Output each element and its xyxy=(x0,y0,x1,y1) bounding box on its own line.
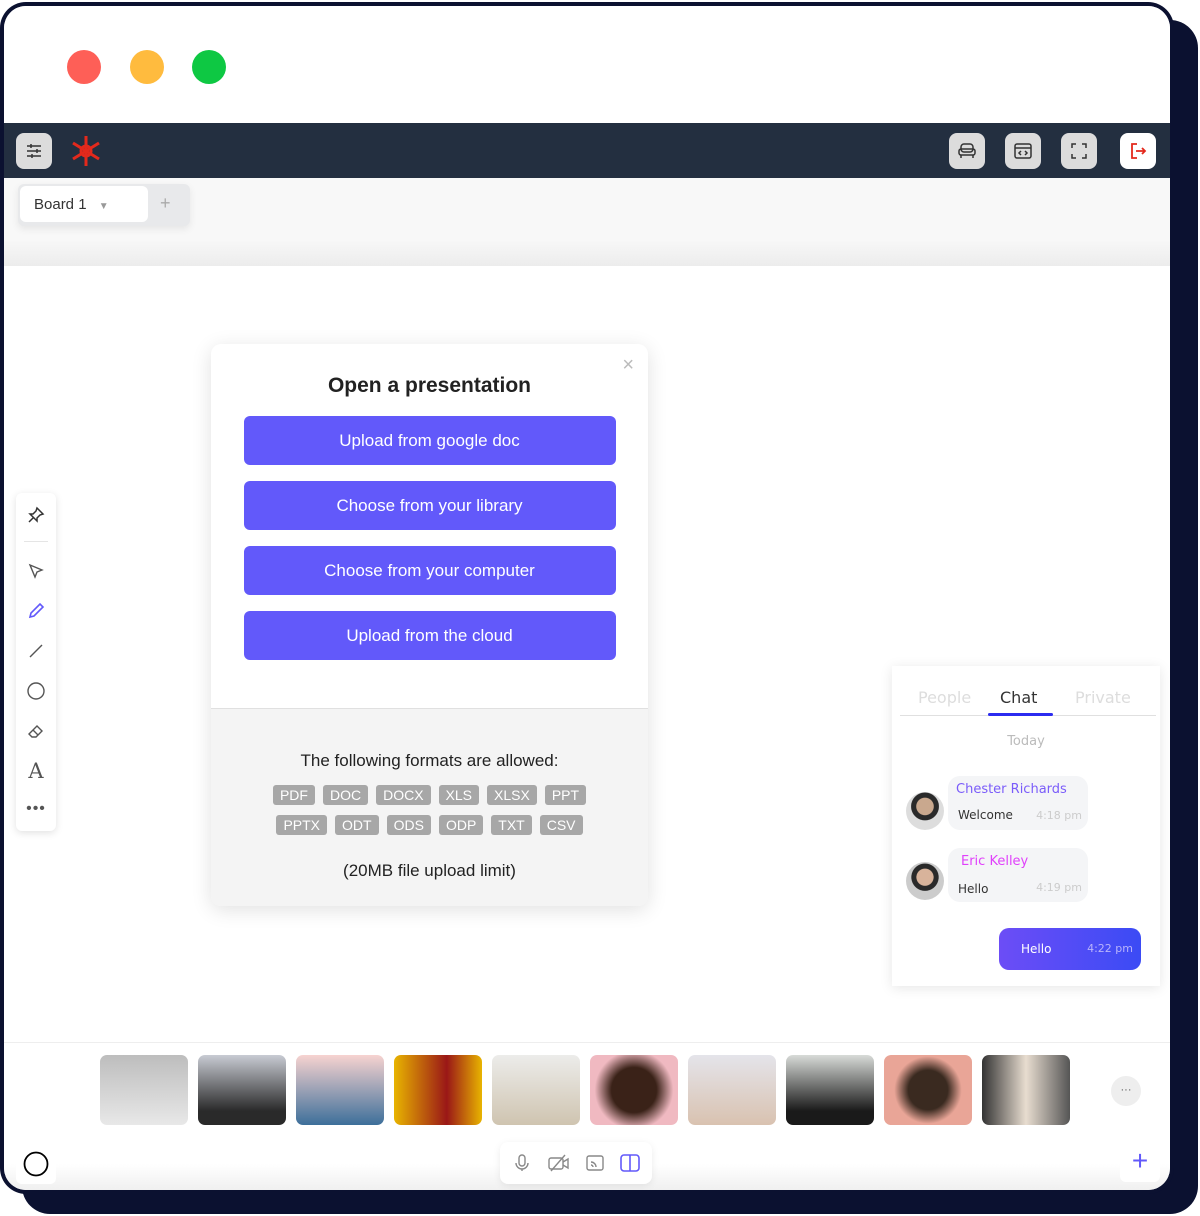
chat-message: Chester Richards Welcome 4:18 pm xyxy=(948,776,1088,830)
line-icon[interactable] xyxy=(24,639,48,663)
format-badge: PPTX xyxy=(276,815,328,835)
exit-icon[interactable] xyxy=(1120,133,1156,169)
message-text: Hello xyxy=(958,882,989,896)
sofa-icon[interactable] xyxy=(949,133,985,169)
format-badge: PDF xyxy=(272,785,315,805)
camera-off-icon[interactable] xyxy=(548,1154,570,1177)
minimize-window-button[interactable] xyxy=(130,50,164,84)
drawing-toolbar: A ••• xyxy=(16,493,56,831)
format-badge: CSV xyxy=(539,815,583,835)
circle-icon[interactable] xyxy=(24,679,48,703)
close-icon[interactable]: × xyxy=(622,354,634,377)
eraser-icon[interactable] xyxy=(24,719,48,743)
date-separator: Today xyxy=(1007,734,1045,749)
message-time: 4:18 pm xyxy=(1036,809,1082,822)
app-window: Board 1 ▼ + × Open a presentation Upload… xyxy=(0,2,1174,1194)
tab-people[interactable]: People xyxy=(918,688,971,707)
participant-video[interactable] xyxy=(492,1055,580,1125)
message-text: Welcome xyxy=(958,808,1013,822)
microphone-icon[interactable] xyxy=(514,1154,530,1177)
format-badge: ODS xyxy=(386,815,431,835)
participant-video[interactable] xyxy=(100,1055,188,1125)
board-tab-label: Board 1 xyxy=(34,196,87,213)
format-badge: ODT xyxy=(335,815,379,835)
close-window-button[interactable] xyxy=(67,50,101,84)
formats-row: PPTX ODT ODS ODP TXT CSV xyxy=(211,815,648,835)
format-badge: DOCX xyxy=(376,785,431,805)
chevron-down-icon[interactable]: ▼ xyxy=(99,201,109,212)
format-badge: DOC xyxy=(322,785,369,805)
choose-library-button[interactable]: Choose from your library xyxy=(243,481,616,530)
board-tab[interactable]: Board 1 ▼ xyxy=(20,186,148,222)
add-button[interactable]: + xyxy=(1120,1142,1160,1182)
message-time: 4:19 pm xyxy=(1036,881,1082,894)
title-bar xyxy=(4,6,1170,118)
participant-video[interactable] xyxy=(198,1055,286,1125)
logo-icon xyxy=(68,133,104,169)
active-tab-indicator xyxy=(988,713,1053,716)
top-toolbar xyxy=(4,123,1170,178)
format-badge: ODP xyxy=(438,815,484,835)
record-button[interactable] xyxy=(16,1144,56,1184)
message-time: 4:22 pm xyxy=(1087,942,1133,955)
formats-row: PDF DOC DOCX XLS XLSX PPT xyxy=(211,785,648,805)
media-controls xyxy=(500,1142,652,1184)
pointer-icon[interactable] xyxy=(24,559,48,583)
tab-private[interactable]: Private xyxy=(1075,688,1131,707)
participants-strip: ··· xyxy=(4,1042,1170,1138)
participant-video[interactable] xyxy=(590,1055,678,1125)
upload-google-doc-button[interactable]: Upload from google doc xyxy=(243,416,616,465)
sender-name: Eric Kelley xyxy=(961,854,1029,869)
participant-video[interactable] xyxy=(394,1055,482,1125)
pin-icon[interactable] xyxy=(24,503,48,527)
message-text: Hello xyxy=(1021,942,1052,956)
tab-chat[interactable]: Chat xyxy=(1000,688,1037,707)
format-badge: XLS xyxy=(438,785,479,805)
participant-video[interactable] xyxy=(884,1055,972,1125)
format-badge: TXT xyxy=(491,815,532,835)
board-bar: Board 1 ▼ + xyxy=(4,178,1170,266)
text-icon[interactable]: A xyxy=(24,759,48,783)
avatar xyxy=(906,862,944,900)
sender-name: Chester Richards xyxy=(956,782,1067,797)
open-presentation-modal: × Open a presentation Upload from google… xyxy=(211,344,648,906)
upload-limit: (20MB file upload limit) xyxy=(343,861,516,880)
more-participants-button[interactable]: ··· xyxy=(1111,1076,1141,1106)
maximize-window-button[interactable] xyxy=(192,50,226,84)
own-message: Hello 4:22 pm xyxy=(999,928,1141,970)
avatar xyxy=(906,792,944,830)
participant-video[interactable] xyxy=(982,1055,1070,1125)
bottom-bar: + xyxy=(4,1138,1170,1190)
upload-cloud-button[interactable]: Upload from the cloud xyxy=(243,611,616,660)
format-badge: XLSX xyxy=(487,785,537,805)
add-board-button[interactable]: + xyxy=(160,193,171,214)
format-badge: PPT xyxy=(544,785,587,805)
participant-video[interactable] xyxy=(688,1055,776,1125)
modal-title: Open a presentation xyxy=(327,374,532,397)
layout-icon[interactable] xyxy=(620,1154,640,1177)
settings-sliders-icon[interactable] xyxy=(16,133,52,169)
chat-message: Eric Kelley Hello 4:19 pm xyxy=(948,848,1088,902)
participant-video[interactable] xyxy=(786,1055,874,1125)
chat-panel: People Chat Private Today Chester Richar… xyxy=(892,666,1160,986)
participant-video[interactable] xyxy=(296,1055,384,1125)
pencil-icon[interactable] xyxy=(24,599,48,623)
formats-section: The following formats are allowed: PDF DO… xyxy=(211,708,648,906)
more-icon[interactable]: ••• xyxy=(24,797,48,821)
formats-label: The following formats are allowed: xyxy=(300,751,559,770)
fullscreen-icon[interactable] xyxy=(1061,133,1097,169)
choose-computer-button[interactable]: Choose from your computer xyxy=(243,546,616,595)
embed-code-icon[interactable] xyxy=(1005,133,1041,169)
cast-icon[interactable] xyxy=(586,1154,604,1177)
